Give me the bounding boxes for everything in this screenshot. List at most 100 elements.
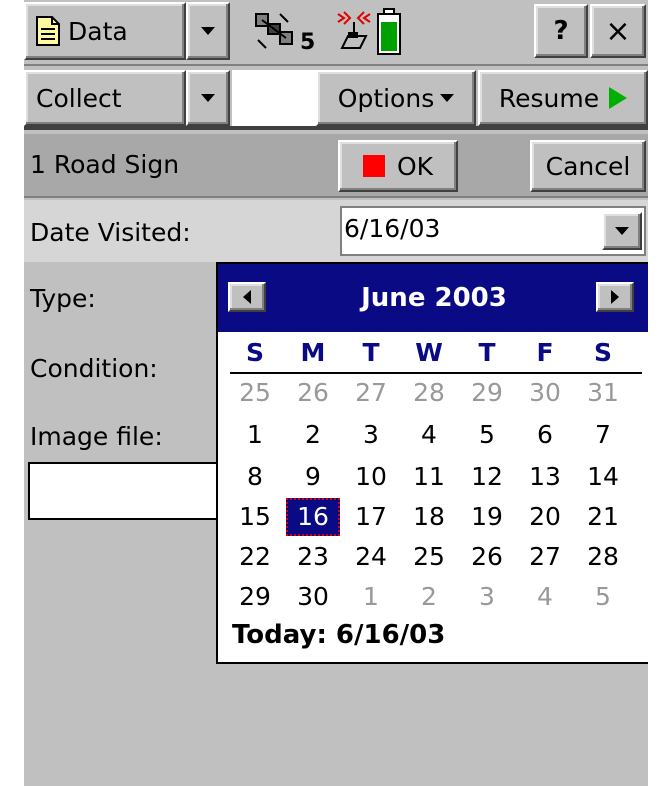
date-visited-value: 6/16/03	[344, 214, 441, 243]
app-window: Data 5 ? × Collect Options Resume 1 Road…	[24, 0, 648, 786]
calendar-day[interactable]: 4	[402, 416, 456, 454]
chevron-down-icon	[615, 227, 629, 235]
today-link[interactable]: Today: 6/16/03	[232, 620, 445, 650]
chevron-right-icon	[611, 290, 619, 304]
feature-header: 1 Road Sign OK Cancel	[24, 134, 648, 198]
calendar-header: June 2003	[218, 264, 648, 332]
toolbar-blank	[232, 70, 316, 126]
calendar-day[interactable]: 30	[518, 374, 572, 412]
calendar-day[interactable]: 27	[518, 538, 572, 576]
calendar-day[interactable]: 24	[344, 538, 398, 576]
calendar-day[interactable]: 20	[518, 498, 572, 536]
data-menu-dropdown-button[interactable]	[186, 2, 230, 60]
calendar-day[interactable]: 5	[576, 578, 630, 616]
condition-label: Condition:	[30, 354, 158, 383]
date-visited-row: Date Visited: 6/16/03	[24, 200, 648, 262]
previous-month-button[interactable]	[228, 282, 266, 312]
chevron-left-icon	[243, 290, 251, 304]
calendar-day[interactable]: 23	[286, 538, 340, 576]
calendar-day[interactable]: 4	[518, 578, 572, 616]
calendar-day[interactable]: 6	[518, 416, 572, 454]
data-menu-label: Data	[68, 16, 128, 46]
calendar-day-selected[interactable]: 16	[286, 498, 340, 536]
calendar-day[interactable]: 26	[286, 374, 340, 412]
calendar-day[interactable]: 11	[402, 458, 456, 496]
calendar-day[interactable]: 14	[576, 458, 630, 496]
calendar-day[interactable]: 15	[228, 498, 282, 536]
cancel-label: Cancel	[545, 151, 631, 181]
calendar-day[interactable]: 18	[402, 498, 456, 536]
calendar-day[interactable]: 19	[460, 498, 514, 536]
calendar-day[interactable]: 27	[344, 374, 398, 412]
close-button[interactable]: ×	[590, 4, 646, 58]
weekday-label: T	[478, 338, 496, 367]
feature-name: 1 Road Sign	[30, 150, 180, 179]
calendar-month-title[interactable]: June 2003	[278, 264, 590, 332]
resume-label: Resume	[498, 83, 600, 113]
calendar-day[interactable]: 3	[460, 578, 514, 616]
calendar-day[interactable]: 29	[460, 374, 514, 412]
calendar-day[interactable]: 31	[576, 374, 630, 412]
title-bar: Data 5 ? ×	[24, 0, 648, 66]
options-menu-button[interactable]: Options	[316, 70, 476, 126]
date-visited-label: Date Visited:	[30, 218, 191, 247]
calendar-day[interactable]: 26	[460, 538, 514, 576]
collect-mode-label: Collect	[36, 83, 122, 113]
calendar-day[interactable]: 29	[228, 578, 282, 616]
calendar-day[interactable]: 10	[344, 458, 398, 496]
stop-square-icon	[362, 155, 385, 177]
weekday-label: S	[593, 338, 612, 367]
collect-mode-dropdown-button[interactable]	[186, 70, 230, 126]
calendar-day[interactable]: 25	[402, 538, 456, 576]
calendar-popup: June 2003 S M T W T F S 25 26 27 28 29 30 31 1 2…	[216, 262, 648, 664]
calendar-day[interactable]: 2	[402, 578, 456, 616]
calendar-day[interactable]: 2	[286, 416, 340, 454]
document-icon	[36, 16, 60, 46]
calendar-day[interactable]: 1	[344, 578, 398, 616]
collect-mode-button[interactable]: Collect	[24, 70, 186, 126]
calendar-day[interactable]: 28	[402, 374, 456, 412]
weekday-label: W	[415, 338, 443, 367]
battery-icon	[377, 8, 401, 55]
weekday-label: M	[300, 338, 326, 367]
antenna-icon	[337, 11, 371, 49]
calendar-day[interactable]: 25	[228, 374, 282, 412]
calendar-day[interactable]: 30	[286, 578, 340, 616]
calendar-day[interactable]: 13	[518, 458, 572, 496]
image-file-field[interactable]	[28, 462, 228, 520]
next-month-button[interactable]	[596, 282, 634, 312]
image-file-label: Image file:	[30, 422, 163, 451]
calendar-day[interactable]: 9	[286, 458, 340, 496]
calendar-day[interactable]: 1	[228, 416, 282, 454]
play-icon	[609, 87, 628, 109]
options-label: Options	[337, 83, 435, 113]
cancel-button[interactable]: Cancel	[530, 140, 646, 192]
calendar-day[interactable]: 7	[576, 416, 630, 454]
toolbar: Collect Options Resume	[24, 66, 648, 130]
help-button[interactable]: ?	[534, 4, 588, 58]
calendar-day[interactable]: 12	[460, 458, 514, 496]
help-icon: ?	[553, 16, 569, 46]
date-picker-dropdown-button[interactable]	[602, 212, 642, 250]
calendar-day[interactable]: 28	[576, 538, 630, 576]
calendar-day[interactable]: 3	[344, 416, 398, 454]
data-menu-button[interactable]: Data	[24, 2, 186, 60]
weekday-label: S	[245, 338, 264, 367]
calendar-day[interactable]: 22	[228, 538, 282, 576]
calendar-day[interactable]: 21	[576, 498, 630, 536]
close-icon: ×	[605, 13, 631, 49]
chevron-down-icon	[201, 27, 215, 35]
calendar-day[interactable]: 8	[228, 458, 282, 496]
chevron-down-icon	[201, 94, 215, 102]
ok-button[interactable]: OK	[338, 140, 458, 192]
weekday-label: F	[536, 338, 554, 367]
resume-button[interactable]: Resume	[478, 70, 648, 126]
satellite-count: 5	[300, 30, 316, 55]
date-visited-field[interactable]: 6/16/03	[340, 206, 646, 256]
ok-label: OK	[396, 151, 434, 181]
satellite-icon	[255, 13, 293, 49]
calendar-day[interactable]: 5	[460, 416, 514, 454]
weekday-label: T	[362, 338, 380, 367]
calendar-day[interactable]: 17	[344, 498, 398, 536]
type-label: Type:	[30, 284, 96, 313]
